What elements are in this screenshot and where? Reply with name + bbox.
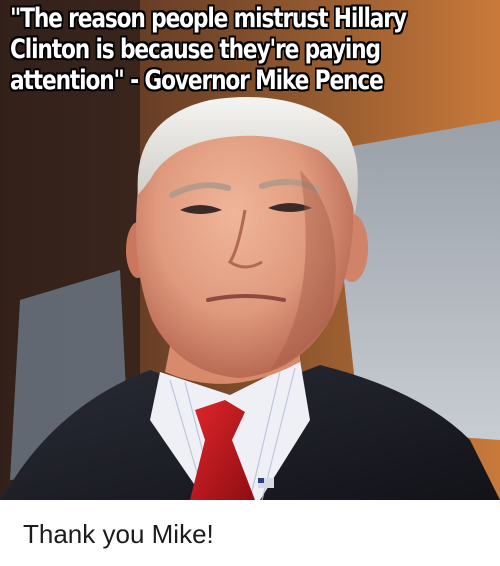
- meme-image: "The reason people mistrust Hillary Clin…: [0, 0, 500, 500]
- meme-caption: "The reason people mistrust Hillary Clin…: [10, 3, 407, 96]
- post-caption: Thank you Mike!: [23, 519, 214, 549]
